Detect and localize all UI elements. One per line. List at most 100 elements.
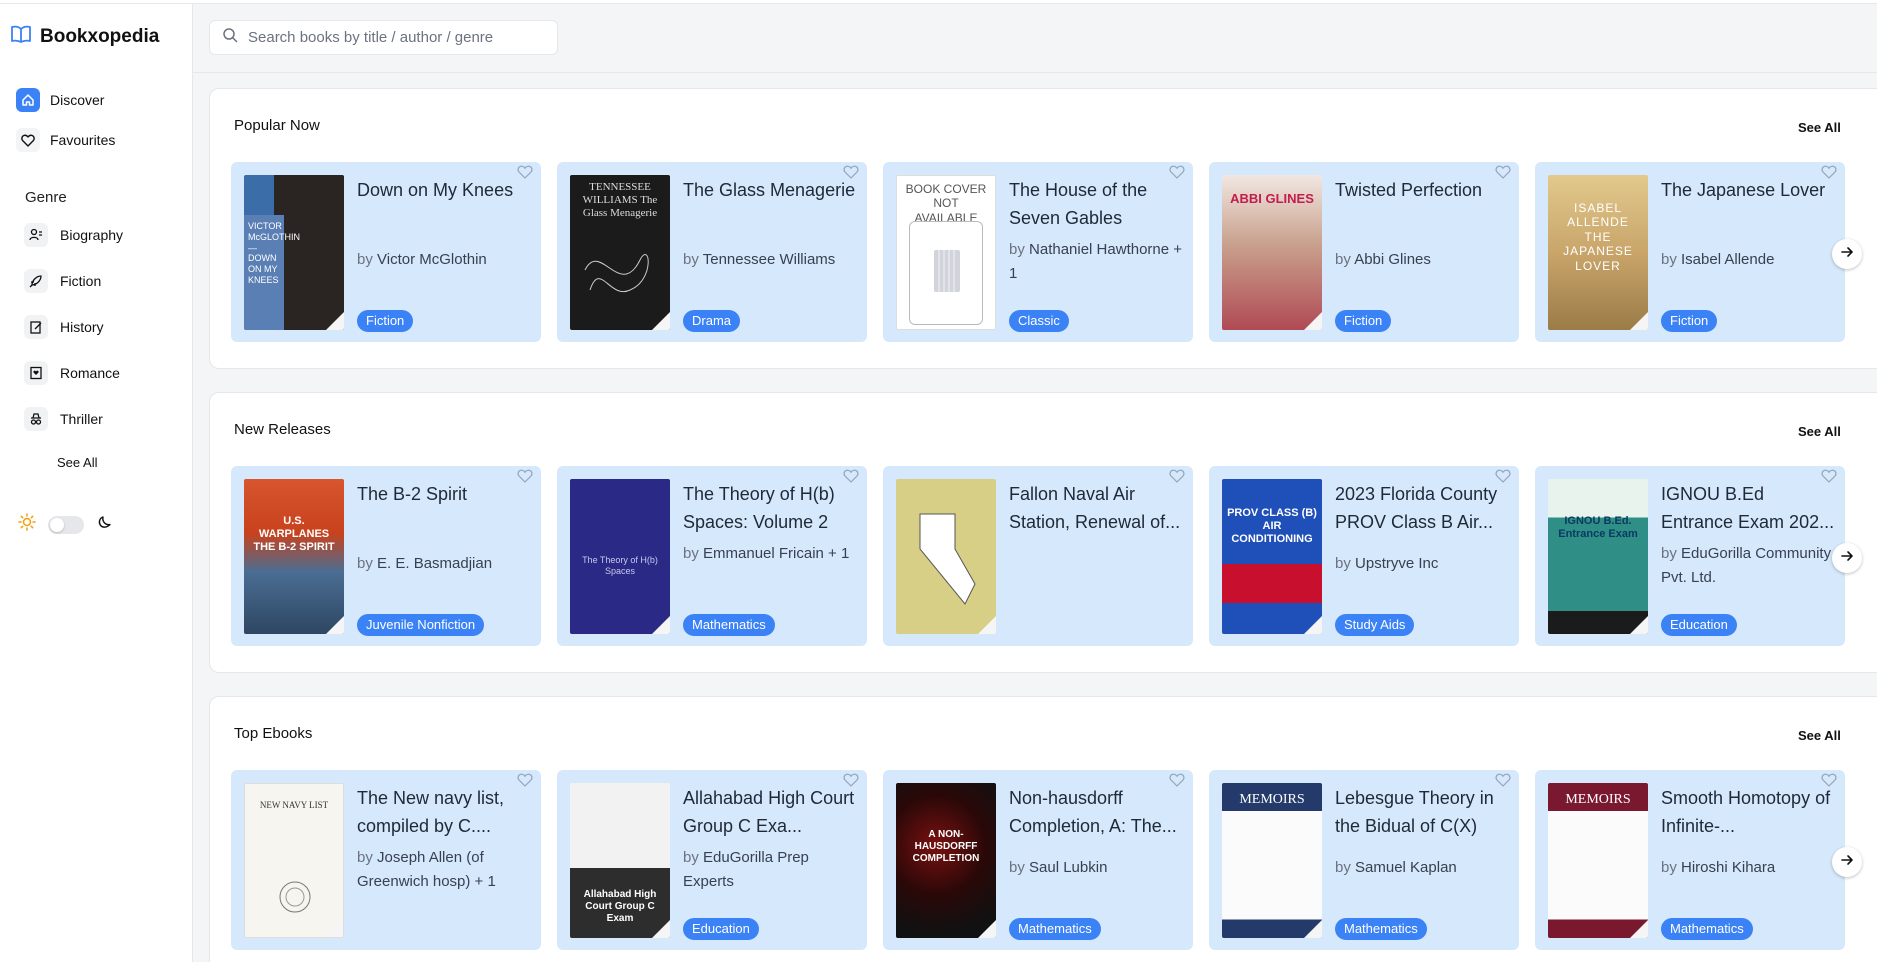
top-border xyxy=(0,0,1877,4)
book-card[interactable]: ISABEL ALLENDE THE JAPANESE LOVER The Ja… xyxy=(1535,162,1845,342)
search-input[interactable] xyxy=(248,29,548,46)
arrow-right-icon xyxy=(1840,549,1854,568)
book-cover: VICTOR McGLOTHIN — DOWN ON MY KNEES xyxy=(244,175,344,330)
carousel-next-button[interactable] xyxy=(1832,847,1862,877)
carousel-next-button[interactable] xyxy=(1832,543,1862,573)
map-illustration xyxy=(919,513,976,605)
cover-text: ABBI GLINES xyxy=(1230,191,1314,206)
favourite-heart-icon[interactable] xyxy=(1495,469,1511,483)
favourite-heart-icon[interactable] xyxy=(517,469,533,483)
nav-discover[interactable]: Discover xyxy=(16,88,104,112)
seal-illustration xyxy=(279,881,311,913)
cover-text: NEW NAVY LIST xyxy=(259,800,329,810)
favourite-heart-icon[interactable] xyxy=(1495,773,1511,787)
book-author: by Victor McGlothin xyxy=(357,251,487,268)
header-divider xyxy=(193,72,1877,73)
search-bar[interactable] xyxy=(209,20,558,55)
genre-item-biography[interactable]: Biography xyxy=(24,223,123,247)
theme-toggle[interactable] xyxy=(48,515,84,534)
favourite-heart-icon[interactable] xyxy=(1169,165,1185,179)
genre-badge: Mathematics xyxy=(683,614,775,636)
book-placeholder-icon xyxy=(934,250,960,292)
book-card[interactable]: IGNOU B.Ed. Entrance Exam IGNOU B.Ed Ent… xyxy=(1535,466,1845,646)
arrow-right-icon xyxy=(1840,245,1854,264)
page-fold xyxy=(326,616,344,634)
book-title: Smooth Homotopy of Infinite-... xyxy=(1661,788,1831,836)
rocket-icon xyxy=(24,269,48,293)
favourite-heart-icon[interactable] xyxy=(1821,469,1837,483)
book-card[interactable]: ABBI GLINES Twisted Perfection by Abbi G… xyxy=(1209,162,1519,342)
book-card[interactable]: U.S. WARPLANES THE B-2 SPIRIT The B-2 Sp… xyxy=(231,466,541,646)
cover-text: The Theory of H(b) Spaces xyxy=(582,555,658,576)
see-all-button[interactable]: See All xyxy=(1798,424,1841,439)
favourite-heart-icon[interactable] xyxy=(1821,773,1837,787)
book-card[interactable]: BOOK COVER NOT AVAILABLE The House of th… xyxy=(883,162,1193,342)
cover-text: A NON-HAUSDORFF COMPLETION xyxy=(912,829,980,864)
favourite-heart-icon[interactable] xyxy=(1495,165,1511,179)
person-icon xyxy=(24,223,48,247)
genre-item-history[interactable]: History xyxy=(24,315,104,339)
favourite-heart-icon[interactable] xyxy=(517,773,533,787)
page-fold xyxy=(1304,312,1322,330)
genre-see-all-link[interactable]: See All xyxy=(57,455,97,470)
book-card[interactable]: VICTOR McGLOTHIN — DOWN ON MY KNEES Down… xyxy=(231,162,541,342)
favourite-heart-icon[interactable] xyxy=(1169,773,1185,787)
book-cover: MEMOIRS xyxy=(1222,783,1322,938)
book-author: by E. E. Basmadjian xyxy=(357,555,493,572)
book-card[interactable]: MEMOIRS Smooth Homotopy of Infinite-... … xyxy=(1535,770,1845,950)
book-cover: ISABEL ALLENDE THE JAPANESE LOVER xyxy=(1548,175,1648,330)
book-card[interactable]: MEMOIRS Lebesgue Theory in the Bidual of… xyxy=(1209,770,1519,950)
book-card[interactable]: TENNESSEE WILLIAMS The Glass Menagerie T… xyxy=(557,162,867,342)
genre-badge: Juvenile Nonfiction xyxy=(357,614,485,636)
see-all-button[interactable]: See All xyxy=(1798,120,1841,135)
favourite-heart-icon[interactable] xyxy=(843,469,859,483)
book-card[interactable]: Fallon Naval Air Station, Renewal of... xyxy=(883,466,1193,646)
book-card[interactable]: A NON-HAUSDORFF COMPLETION Non-hausdorff… xyxy=(883,770,1193,950)
book-author: by EduGorilla Prep Experts xyxy=(683,849,809,890)
page-fold xyxy=(978,616,996,634)
genre-item-fiction[interactable]: Fiction xyxy=(24,269,101,293)
book-card[interactable]: Allahabad High Court Group C Exam Allaha… xyxy=(557,770,867,950)
book-card[interactable]: The Theory of H(b) Spaces The Theory of … xyxy=(557,466,867,646)
page-fold xyxy=(1630,312,1648,330)
genre-badge: Mathematics xyxy=(1335,918,1427,940)
page-fold xyxy=(1630,616,1648,634)
book-cover: TENNESSEE WILLIAMS The Glass Menagerie xyxy=(570,175,670,330)
favourite-heart-icon[interactable] xyxy=(517,165,533,179)
book-title: Fallon Naval Air Station, Renewal of... xyxy=(1009,484,1181,532)
app-name: Bookxopedia xyxy=(40,25,160,47)
book-card[interactable]: PROV CLASS (B) AIR CONDITIONING 2023 Flo… xyxy=(1209,466,1519,646)
book-title: The B-2 Spirit xyxy=(357,484,468,504)
genre-item-thriller[interactable]: Thriller xyxy=(24,407,103,431)
genre-label: Fiction xyxy=(60,273,102,289)
book-title: The Japanese Lover xyxy=(1661,180,1826,200)
sun-icon xyxy=(18,513,36,536)
carousel-next-button[interactable] xyxy=(1832,239,1862,269)
see-all-button[interactable]: See All xyxy=(1798,728,1841,743)
page-fold xyxy=(652,616,670,634)
favourite-heart-icon[interactable] xyxy=(1169,469,1185,483)
book-card[interactable]: NEW NAVY LIST The New navy list, compile… xyxy=(231,770,541,950)
book-cover: IGNOU B.Ed. Entrance Exam xyxy=(1548,479,1648,634)
book-title: The Glass Menagerie xyxy=(683,180,856,200)
book-cover: MEMOIRS xyxy=(1548,783,1648,938)
genre-label: Thriller xyxy=(60,411,103,427)
nav-favourites[interactable]: Favourites xyxy=(16,128,115,152)
genre-badge: Mathematics xyxy=(1661,918,1753,940)
cover-text: U.S. WARPLANES THE B-2 SPIRIT xyxy=(253,515,335,554)
nav-favourites-label: Favourites xyxy=(50,132,116,148)
book-title: The Theory of H(b) Spaces: Volume 2 xyxy=(683,484,835,532)
genre-item-romance[interactable]: Romance xyxy=(24,361,120,385)
page-fold xyxy=(325,919,343,937)
section-title: Top Ebooks xyxy=(234,725,313,742)
book-author: by Isabel Allende xyxy=(1661,251,1775,268)
favourite-heart-icon[interactable] xyxy=(843,165,859,179)
section-title: Popular Now xyxy=(234,117,320,134)
book-author: by Samuel Kaplan xyxy=(1335,859,1457,876)
page-fold xyxy=(978,920,996,938)
book-author: by Nathaniel Hawthorne + 1 xyxy=(1009,241,1183,282)
brand[interactable]: Bookxopedia xyxy=(10,24,159,49)
home-icon xyxy=(16,88,40,112)
favourite-heart-icon[interactable] xyxy=(1821,165,1837,179)
favourite-heart-icon[interactable] xyxy=(843,773,859,787)
